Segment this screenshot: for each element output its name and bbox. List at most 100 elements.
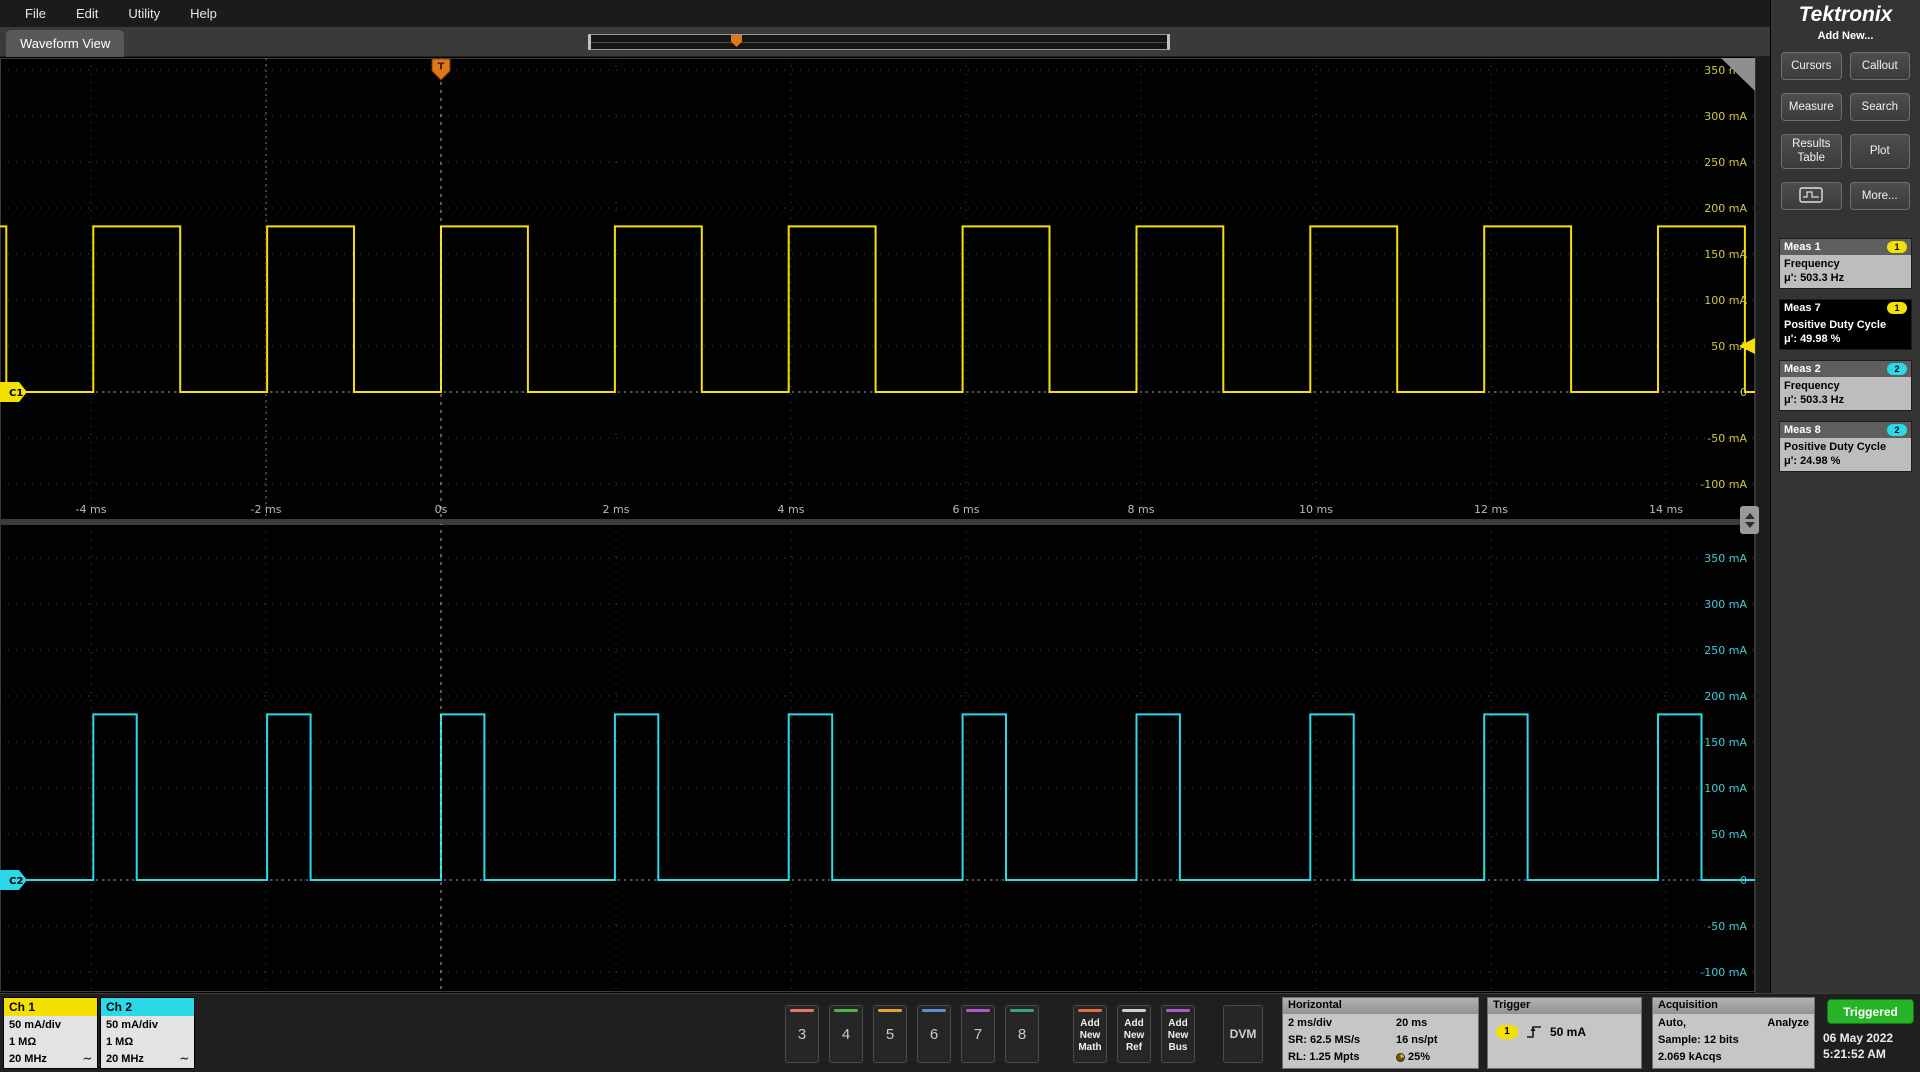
trigger-panel-title: Trigger (1488, 998, 1641, 1014)
measure-button[interactable]: Measure (1781, 93, 1842, 121)
svg-text:350 mA: 350 mA (1704, 552, 1747, 565)
horizontal-window: 20 ms (1396, 1017, 1428, 1029)
ch2-badge-header[interactable]: Ch 2 (101, 998, 194, 1016)
svg-text:-100 mA: -100 mA (1700, 478, 1747, 491)
ch1-termination: 1 MΩ (9, 1036, 37, 1048)
add-new-math-button[interactable]: Add New Math (1073, 1005, 1107, 1063)
add-new-bus-button[interactable]: Add New Bus (1161, 1005, 1195, 1063)
dvm-button[interactable]: DVM (1223, 1005, 1263, 1063)
meas-2-badge[interactable]: Meas 2 2 Frequency μ': 503.3 Hz (1779, 359, 1912, 411)
ch2-badge[interactable]: Ch 2 50 mA/div 1 MΩ 20 MHz ∼ (100, 997, 195, 1069)
acquisition-panel-title: Acquisition (1653, 998, 1814, 1014)
plot-button[interactable]: Plot (1849, 134, 1910, 169)
meas-8-name: Meas 8 (1784, 423, 1821, 436)
meas-2-type: Frequency (1784, 379, 1840, 392)
ch1-badge[interactable]: Ch 1 50 mA/div 1 MΩ 20 MHz ∼ (3, 997, 98, 1069)
meas-1-name: Meas 1 (1784, 240, 1821, 253)
screenshot-button[interactable] (1781, 181, 1842, 210)
scope-svg[interactable]: 350 mA 300 mA 250 mA 200 mA 150 mA 100 mA 50 m… (0, 57, 1755, 993)
tektronix-logo: Tektronix (1798, 3, 1893, 26)
svg-text:-100 mA: -100 mA (1700, 966, 1747, 979)
meas-2-value: μ': 503.3 Hz (1784, 393, 1845, 406)
meas-7-source-badge: 1 (1887, 301, 1907, 314)
cursors-button[interactable]: Cursors (1781, 52, 1842, 80)
channel-3-button[interactable]: 3 (785, 1005, 819, 1063)
trigger-panel[interactable]: Trigger 1 50 mA (1487, 997, 1642, 1069)
svg-text:12 ms: 12 ms (1474, 503, 1508, 516)
svg-text:0: 0 (1740, 386, 1747, 399)
add-new-ref-button[interactable]: Add New Ref (1117, 1005, 1151, 1063)
intensity-icon (1396, 1053, 1405, 1062)
splitter-down-icon (1744, 521, 1755, 533)
horizontal-panel-title: Horizontal (1283, 998, 1478, 1014)
search-button[interactable]: Search (1849, 93, 1910, 121)
ch2-termination: 1 MΩ (106, 1036, 134, 1048)
meas-7-value: μ': 49.98 % (1784, 332, 1841, 345)
ch1-badge-header[interactable]: Ch 1 (4, 998, 97, 1016)
waveform-view-tab[interactable]: Waveform View (6, 30, 125, 57)
channel-7-color-strip (966, 1009, 990, 1012)
svg-text:10 ms: 10 ms (1299, 503, 1333, 516)
svg-text:250 mA: 250 mA (1704, 644, 1747, 657)
record-view-minimap[interactable] (588, 34, 1170, 50)
intensity-value: 25% (1408, 1051, 1431, 1063)
record-trigger-marker-icon[interactable] (731, 35, 742, 47)
meas-1-type: Frequency (1784, 257, 1840, 270)
menu-utility[interactable]: Utility (113, 6, 175, 21)
svg-text:C1: C1 (9, 388, 23, 399)
acquisition-panel[interactable]: Acquisition Auto, Analyze Sample: 12 bit… (1652, 997, 1815, 1069)
svg-text:50 mA: 50 mA (1711, 828, 1747, 841)
meas-2-name: Meas 2 (1784, 362, 1821, 375)
channel-6-button[interactable]: 6 (917, 1005, 951, 1063)
ch2-bandwidth: 20 MHz (106, 1053, 144, 1065)
channel-6-color-strip (922, 1009, 946, 1012)
bus-color-strip (1166, 1009, 1190, 1012)
meas-8-badge[interactable]: Meas 8 2 Positive Duty Cycle μ': 24.98 % (1779, 420, 1912, 472)
menu-edit[interactable]: Edit (61, 6, 113, 21)
waveform-view-header: Waveform View (0, 27, 1770, 57)
ch2-scale: 50 mA/div (106, 1019, 158, 1031)
splitter-up-icon (1744, 508, 1755, 519)
svg-text:100 mA: 100 mA (1704, 782, 1747, 795)
svg-text:C2: C2 (9, 876, 23, 887)
record-length: RL: 1.25 Mpts (1288, 1051, 1360, 1063)
waveform-display[interactable]: 350 mA 300 mA 250 mA 200 mA 150 mA 100 mA 50 m… (0, 57, 1770, 993)
acquisition-mode: Auto, (1658, 1017, 1687, 1029)
channel-5-label: 5 (885, 1025, 895, 1043)
callout-button[interactable]: Callout (1849, 52, 1910, 80)
menu-help[interactable]: Help (175, 6, 232, 21)
ch1-bandwidth: 20 MHz (9, 1053, 47, 1065)
channel-4-button[interactable]: 4 (829, 1005, 863, 1063)
svg-text:150 mA: 150 mA (1704, 248, 1747, 261)
bandwidth-filter-icon: ∼ (82, 1053, 92, 1065)
menu-bar: File Edit Utility Help (0, 0, 1770, 27)
math-color-strip (1078, 1009, 1102, 1012)
channel-5-button[interactable]: 5 (873, 1005, 907, 1063)
meas-1-source-badge: 1 (1887, 240, 1907, 253)
triggered-status-badge[interactable]: Triggered (1827, 999, 1914, 1024)
channel-7-label: 7 (973, 1025, 983, 1043)
svg-text:-50 mA: -50 mA (1707, 432, 1747, 445)
pane-splitter-handle[interactable] (1740, 506, 1759, 534)
meas-8-value: μ': 24.98 % (1784, 454, 1841, 467)
channel-8-button[interactable]: 8 (1005, 1005, 1039, 1063)
results-table-button[interactable]: Results Table (1781, 134, 1842, 169)
meas-7-badge[interactable]: Meas 7 1 Positive Duty Cycle μ': 49.98 % (1779, 298, 1912, 350)
svg-text:250 mA: 250 mA (1704, 156, 1747, 169)
svg-text:300 mA: 300 mA (1704, 110, 1747, 123)
svg-text:0: 0 (1740, 874, 1747, 887)
meas-8-source-badge: 2 (1887, 423, 1907, 436)
meas-1-badge[interactable]: Meas 1 1 Frequency μ': 503.3 Hz (1779, 237, 1912, 289)
time-label: 5:21:52 AM (1823, 1047, 1886, 1061)
more-button[interactable]: More... (1849, 181, 1910, 210)
horizontal-panel[interactable]: Horizontal 2 ms/div 20 ms SR: 62.5 MS/s … (1282, 997, 1479, 1069)
svg-text:2 ms: 2 ms (603, 503, 630, 516)
channel-7-button[interactable]: 7 (961, 1005, 995, 1063)
svg-text:200 mA: 200 mA (1704, 690, 1747, 703)
meas-8-type: Positive Duty Cycle (1784, 440, 1887, 453)
menu-file[interactable]: File (10, 6, 61, 21)
svg-text:200 mA: 200 mA (1704, 202, 1747, 215)
meas-7-name: Meas 7 (1784, 301, 1821, 314)
svg-text:8 ms: 8 ms (1128, 503, 1155, 516)
sample-rate: SR: 62.5 MS/s (1288, 1034, 1361, 1046)
